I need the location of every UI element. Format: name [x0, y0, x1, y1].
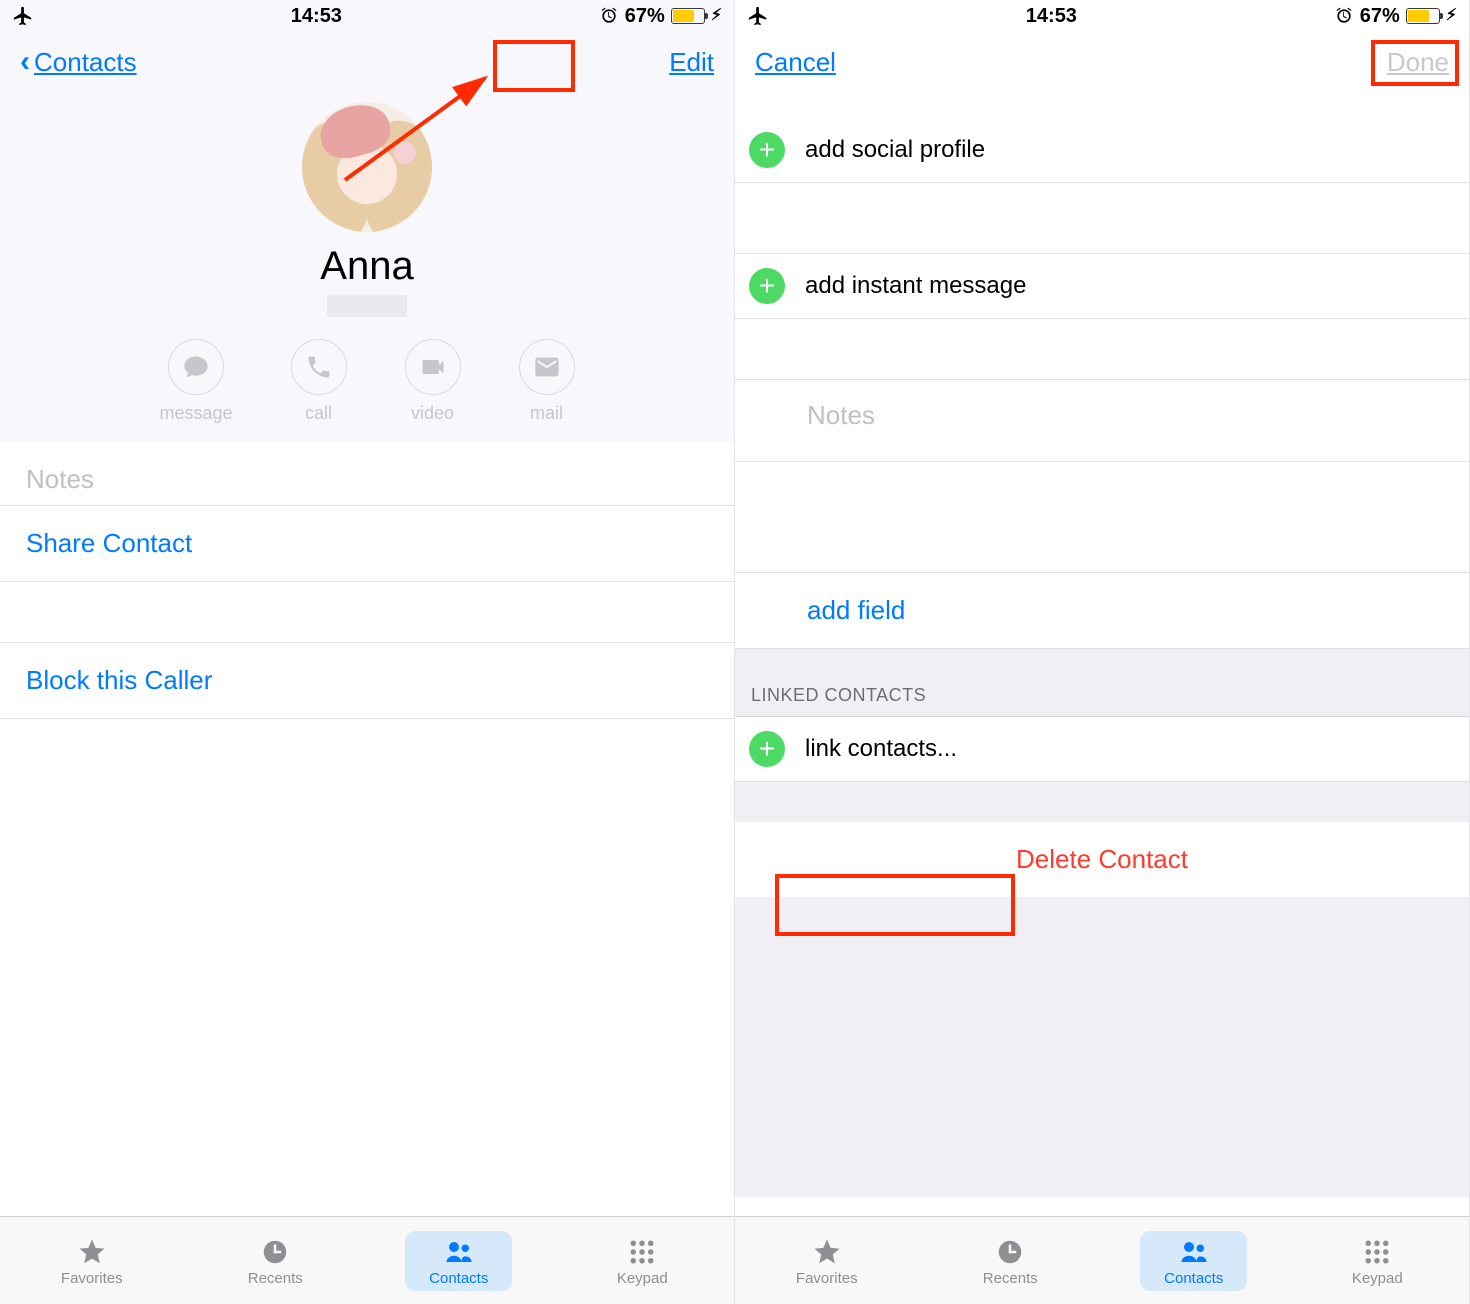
tab-keypad[interactable]: Keypad [551, 1217, 735, 1304]
tab-favorites[interactable]: Favorites [0, 1217, 184, 1304]
plus-icon: + [749, 268, 785, 304]
video-label: video [411, 403, 454, 424]
link-contacts-label: link contacts... [805, 735, 957, 763]
contact-view-screen: 14:53 67% ⚡︎ ‹ Contacts Edit Anna [0, 0, 735, 1304]
linked-contacts-header: LINKED CONTACTS [735, 649, 1469, 717]
mail-icon [519, 339, 575, 395]
battery-percent: 67% [1360, 5, 1400, 28]
status-bar: 14:53 67% ⚡︎ [735, 0, 1469, 32]
section-gap [735, 782, 1469, 822]
contact-edit-screen: 14:53 67% ⚡︎ Cancel Done + add social pr… [735, 0, 1470, 1304]
tab-recents[interactable]: Recents [184, 1217, 368, 1304]
add-social-profile-button[interactable]: + add social profile [735, 118, 1469, 183]
tab-label: Contacts [1164, 1270, 1223, 1287]
battery-icon [1406, 8, 1440, 24]
back-label: Contacts [34, 47, 137, 78]
done-button[interactable]: Done [1387, 47, 1449, 78]
plus-icon: + [749, 731, 785, 767]
mail-label: mail [530, 403, 563, 424]
tab-bar: Favorites Recents Contacts Keypad [0, 1216, 734, 1304]
video-icon [405, 339, 461, 395]
tab-label: Recents [248, 1270, 303, 1287]
add-field-button[interactable]: add field [735, 572, 1469, 649]
add-instant-message-button[interactable]: + add instant message [735, 253, 1469, 319]
status-time: 14:53 [291, 5, 342, 28]
plus-icon: + [749, 132, 785, 168]
chevron-left-icon: ‹ [20, 45, 30, 79]
call-label: call [305, 403, 332, 424]
airplane-mode-icon [747, 5, 769, 27]
tab-bar: Favorites Recents Contacts Keypad [735, 1216, 1469, 1304]
battery-percent: 67% [625, 5, 665, 28]
add-social-label: add social profile [805, 136, 985, 164]
cancel-button[interactable]: Cancel [755, 47, 836, 78]
message-label: message [159, 403, 232, 424]
message-action[interactable]: message [159, 339, 232, 424]
video-action[interactable]: video [405, 339, 461, 424]
block-caller-button[interactable]: Block this Caller [0, 642, 734, 719]
nav-bar: Cancel Done [735, 32, 1469, 92]
tab-label: Keypad [617, 1270, 668, 1287]
battery-icon [671, 8, 705, 24]
tab-label: Keypad [1352, 1270, 1403, 1287]
subtitle-placeholder [327, 295, 407, 317]
avatar[interactable] [302, 102, 432, 232]
tab-label: Contacts [429, 1270, 488, 1287]
status-bar: 14:53 67% ⚡︎ [0, 0, 734, 32]
tab-contacts[interactable]: Contacts [1102, 1217, 1286, 1304]
contact-header: Anna message call video [0, 92, 734, 442]
section-gap [735, 897, 1469, 1197]
delete-contact-button[interactable]: Delete Contact [735, 822, 1469, 897]
charging-icon: ⚡︎ [711, 8, 722, 24]
tab-favorites[interactable]: Favorites [735, 1217, 919, 1304]
tab-recents[interactable]: Recents [919, 1217, 1103, 1304]
nav-bar: ‹ Contacts Edit [0, 32, 734, 92]
call-action[interactable]: call [291, 339, 347, 424]
tab-label: Recents [983, 1270, 1038, 1287]
notes-field[interactable]: Notes [735, 379, 1469, 462]
alarm-icon [599, 6, 619, 26]
phone-icon [291, 339, 347, 395]
contact-name: Anna [0, 244, 734, 289]
tab-keypad[interactable]: Keypad [1286, 1217, 1470, 1304]
tab-label: Favorites [61, 1270, 123, 1287]
share-contact-button[interactable]: Share Contact [0, 506, 734, 582]
mail-action[interactable]: mail [519, 339, 575, 424]
alarm-icon [1334, 6, 1354, 26]
message-icon [168, 339, 224, 395]
add-im-label: add instant message [805, 272, 1026, 300]
back-button[interactable]: ‹ Contacts [20, 45, 137, 79]
tab-contacts[interactable]: Contacts [367, 1217, 551, 1304]
charging-icon: ⚡︎ [1446, 8, 1457, 24]
status-time: 14:53 [1026, 5, 1077, 28]
notes-field[interactable]: Notes [0, 442, 734, 505]
tab-label: Favorites [796, 1270, 858, 1287]
airplane-mode-icon [12, 5, 34, 27]
edit-button[interactable]: Edit [669, 47, 714, 78]
link-contacts-button[interactable]: + link contacts... [735, 717, 1469, 782]
